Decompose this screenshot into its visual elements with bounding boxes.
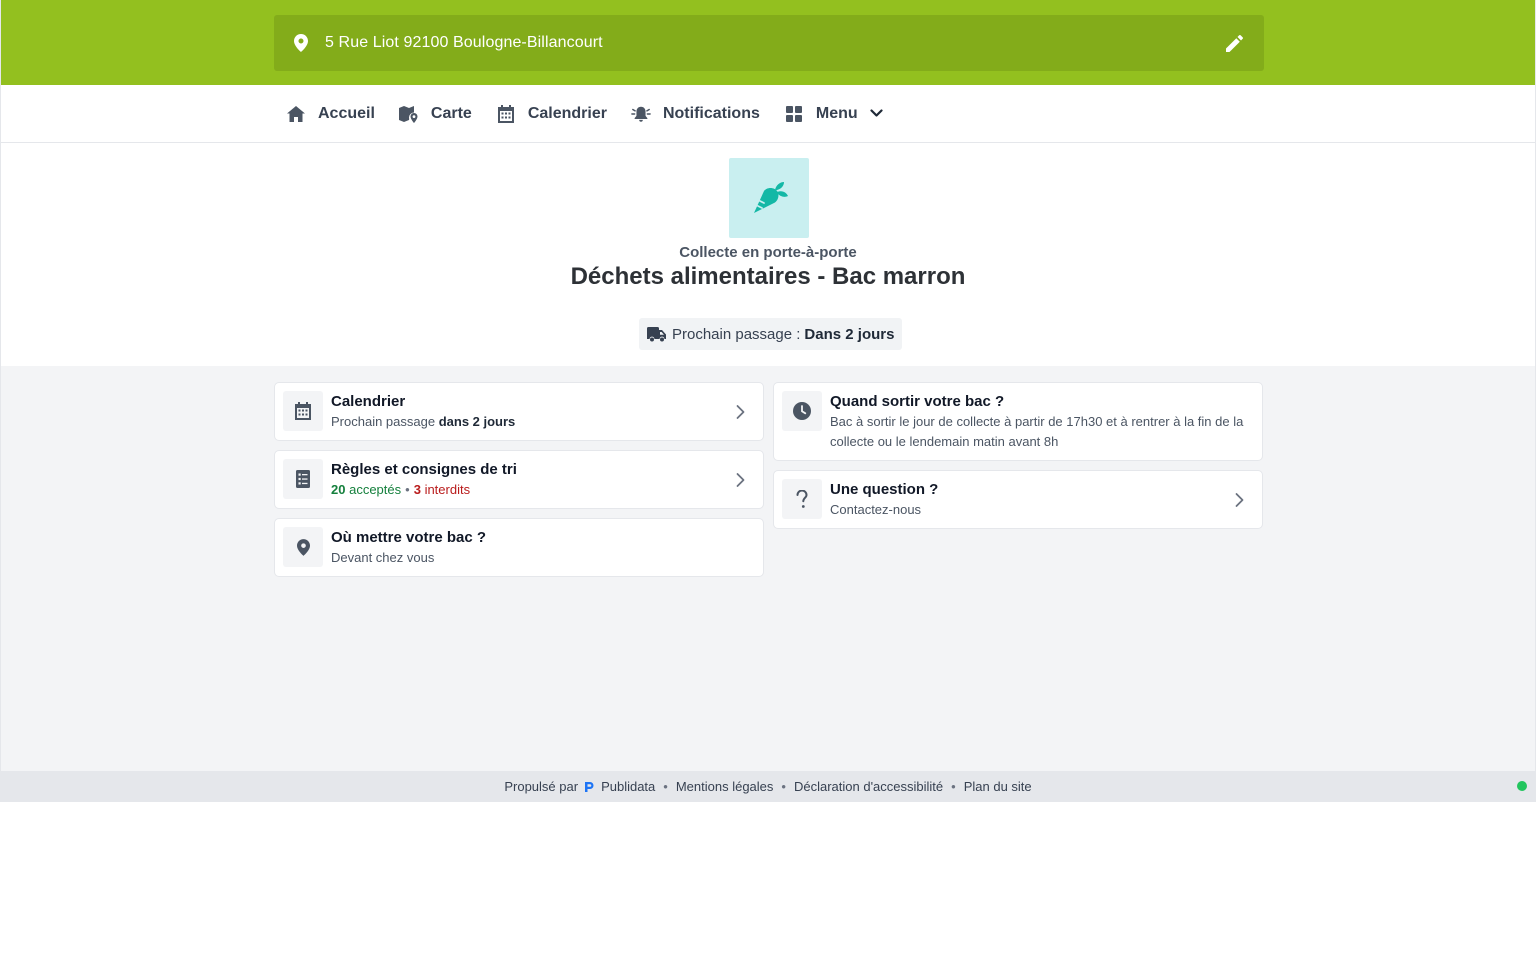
card-title: Règles et consignes de tri [331,461,517,478]
main-nav: Accueil Carte Calendrier Notifications M… [1,85,1535,143]
app: 5 Rue Liot 92100 Boulogne-Billancourt Ac… [0,0,1536,802]
card-desc: Devant chez vous [331,550,435,565]
checklist-icon [283,459,323,499]
location-pin-icon [283,527,323,567]
question-mark-icon [782,479,822,519]
footer: Propulsé par Publidata • Mentions légale… [0,771,1536,802]
pencil-icon [1225,34,1243,52]
footer-link-legal[interactable]: Mentions légales [676,779,774,794]
address-bar[interactable]: 5 Rue Liot 92100 Boulogne-Billancourt [274,15,1264,71]
card-title: Calendrier [331,393,406,410]
address-text: 5 Rue Liot 92100 Boulogne-Billancourt [325,34,603,51]
publidata-logo-icon [584,781,595,793]
forbidden-count: 3 [413,482,421,497]
calendar-icon [496,104,516,124]
footer-link-sitemap[interactable]: Plan du site [964,779,1032,794]
chevron-right-icon [736,472,745,487]
clock-icon [782,391,822,431]
publidata-link[interactable]: Publidata [601,779,655,794]
next-collection-badge: Prochain passage : Dans 2 jours [639,318,903,350]
accepted-count: 20 [331,482,346,497]
page-title: Déchets alimentaires - Bac marron [570,263,966,290]
chevron-right-icon [736,404,745,419]
next-collection-value: Dans 2 jours [804,325,895,343]
header-bar: 5 Rue Liot 92100 Boulogne-Billancourt [1,0,1535,85]
card-calendar[interactable]: Calendrier Prochain passage dans 2 jours [274,382,764,441]
calendar-icon [283,391,323,431]
card-desc: Bac à sortir le jour de collecte à parti… [830,414,1244,449]
nav-label: Calendrier [527,104,607,122]
truck-icon [647,326,666,342]
card-title: Une question ? [830,481,939,498]
card-desc-prefix: Prochain passage [331,414,436,429]
info-cards: Calendrier Prochain passage dans 2 jours… [1,366,1535,771]
carrot-icon [729,158,809,238]
forbidden-label: interdits [424,482,471,497]
nav-label: Accueil [318,104,375,122]
nav-label: Carte [430,104,472,122]
cards-column-left: Calendrier Prochain passage dans 2 jours… [274,382,764,586]
bell-alert-icon [631,104,651,124]
card-desc: Contactez-nous [830,502,922,517]
status-indicator [1517,781,1527,791]
home-icon [286,104,306,124]
nav-item-notifications[interactable]: Notifications [619,85,772,142]
map-icon [398,104,419,124]
collection-type: Collecte en porte-à-porte [679,244,857,261]
footer-link-accessibility[interactable]: Déclaration d'accessibilité [794,779,943,794]
nav-item-calendrier[interactable]: Calendrier [484,85,619,142]
card-when-bin: Quand sortir votre bac ? Bac à sortir le… [773,382,1263,461]
card-desc: 20 acceptés • 3 interdits [331,482,471,497]
nav-item-menu[interactable]: Menu [772,85,895,142]
chevron-down-icon [870,109,883,118]
accepted-label: acceptés [349,482,402,497]
powered-by-label: Propulsé par [504,779,579,794]
stream-hero: Collecte en porte-à-porte Déchets alimen… [1,143,1535,366]
card-title: Où mettre votre bac ? [331,529,487,546]
edit-address-button[interactable] [1220,29,1248,57]
card-where-bin: Où mettre votre bac ? Devant chez vous [274,518,764,577]
card-desc: Prochain passage dans 2 jours [331,412,755,432]
nav-item-accueil[interactable]: Accueil [274,85,387,142]
card-question[interactable]: Une question ? Contactez-nous [773,470,1263,529]
nav-label: Notifications [662,104,760,122]
grid-icon [784,104,804,124]
location-pin-icon [292,34,310,52]
nav-label: Menu [815,104,858,122]
next-collection-label: Prochain passage : [672,325,801,343]
nav-item-carte[interactable]: Carte [387,85,484,142]
card-sorting-rules[interactable]: Règles et consignes de tri 20 acceptés • 3… [274,450,764,509]
card-desc-bold: dans 2 jours [438,414,516,429]
card-title: Quand sortir votre bac ? [830,393,1005,410]
chevron-right-icon [1235,492,1244,507]
cards-column-right: Quand sortir votre bac ? Bac à sortir le… [773,382,1263,538]
